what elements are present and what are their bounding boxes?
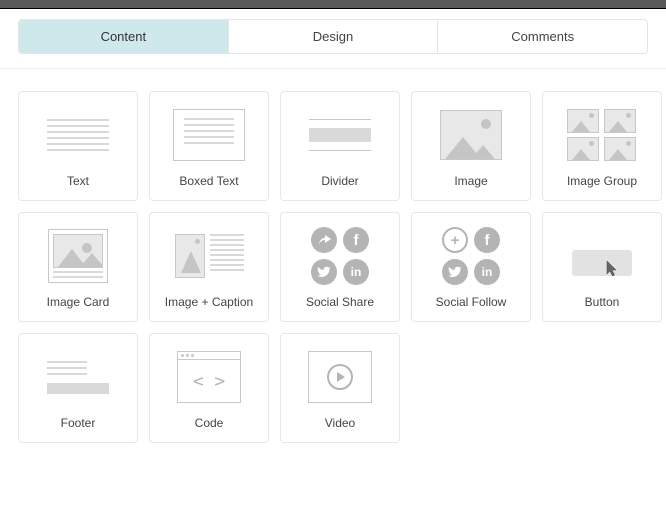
block-label: Button [585, 295, 620, 309]
twitter-icon [442, 259, 468, 285]
facebook-icon: f [474, 227, 500, 253]
text-icon [38, 104, 118, 166]
social-share-icon: f in [300, 225, 380, 287]
block-label: Social Share [306, 295, 374, 309]
block-code[interactable]: < > Code [149, 333, 269, 443]
content-block-grid: Text Boxed Text Divider Image [0, 69, 666, 461]
block-label: Footer [61, 416, 96, 430]
block-label: Image [454, 174, 487, 188]
block-social-follow[interactable]: + f in Social Follow [411, 212, 531, 322]
block-video[interactable]: Video [280, 333, 400, 443]
image-card-icon [38, 225, 118, 287]
button-icon [562, 225, 642, 287]
plus-icon: + [442, 227, 468, 253]
block-boxed-text[interactable]: Boxed Text [149, 91, 269, 201]
block-label: Image Card [47, 295, 110, 309]
block-label: Video [325, 416, 355, 430]
video-icon [300, 346, 380, 408]
social-follow-icon: + f in [431, 225, 511, 287]
share-arrow-icon [311, 227, 337, 253]
divider-icon [300, 104, 380, 166]
block-label: Social Follow [436, 295, 507, 309]
block-divider[interactable]: Divider [280, 91, 400, 201]
facebook-icon: f [343, 227, 369, 253]
tab-content[interactable]: Content [18, 19, 229, 54]
block-label: Image + Caption [165, 295, 253, 309]
boxed-text-icon [169, 104, 249, 166]
play-icon [327, 364, 353, 390]
block-label: Boxed Text [179, 174, 238, 188]
image-group-icon [562, 104, 642, 166]
block-image[interactable]: Image [411, 91, 531, 201]
block-label: Text [67, 174, 89, 188]
code-icon: < > [169, 346, 249, 408]
image-caption-icon [169, 225, 249, 287]
block-label: Divider [321, 174, 358, 188]
twitter-icon [311, 259, 337, 285]
image-icon [431, 104, 511, 166]
block-image-caption[interactable]: Image + Caption [149, 212, 269, 322]
linkedin-icon: in [343, 259, 369, 285]
block-image-card[interactable]: Image Card [18, 212, 138, 322]
block-image-group[interactable]: Image Group [542, 91, 662, 201]
tab-design[interactable]: Design [229, 19, 439, 54]
block-label: Image Group [567, 174, 637, 188]
footer-icon [38, 346, 118, 408]
block-label: Code [195, 416, 224, 430]
block-social-share[interactable]: f in Social Share [280, 212, 400, 322]
cursor-icon [606, 260, 620, 278]
block-footer[interactable]: Footer [18, 333, 138, 443]
block-text[interactable]: Text [18, 91, 138, 201]
tab-comments[interactable]: Comments [438, 19, 648, 54]
block-button[interactable]: Button [542, 212, 662, 322]
window-topbar [0, 0, 666, 9]
linkedin-icon: in [474, 259, 500, 285]
tab-row: Content Design Comments [0, 9, 666, 54]
